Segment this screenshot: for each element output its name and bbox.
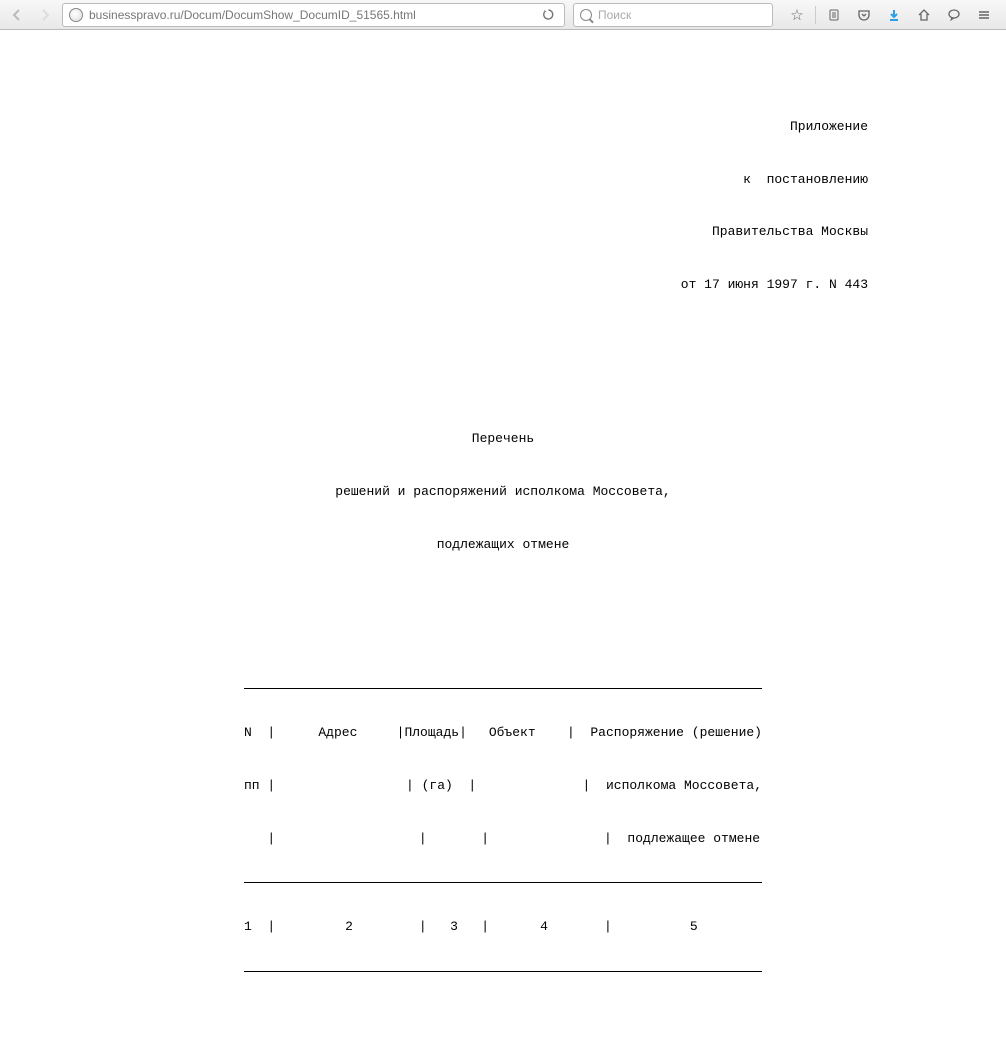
- pocket-icon[interactable]: [850, 3, 878, 27]
- title-line: решений и распоряжений исполкома Моссове…: [0, 483, 1006, 501]
- search-placeholder: Поиск: [598, 8, 631, 22]
- search-icon: [580, 9, 592, 21]
- col-header: | (га) |: [406, 778, 476, 793]
- col-header: |Площадь|: [397, 725, 467, 740]
- browser-toolbar: businesspravo.ru/Docum/DocumShow_DocumID…: [0, 0, 1006, 30]
- download-icon[interactable]: [880, 3, 908, 27]
- col-header: Распоряжение (решение): [590, 725, 762, 740]
- title-line: подлежащих отмене: [0, 536, 1006, 554]
- col-header: Объект: [489, 725, 536, 740]
- col-header: Адрес: [318, 725, 357, 740]
- url-bar[interactable]: businesspravo.ru/Docum/DocumShow_DocumID…: [62, 3, 565, 27]
- globe-icon: [69, 8, 83, 22]
- col-num: 4: [540, 919, 548, 934]
- col-header: подлежащее отмене: [627, 831, 760, 846]
- url-text: businesspravo.ru/Docum/DocumShow_DocumID…: [89, 8, 538, 22]
- toolbar-icons: ☆: [779, 3, 1002, 27]
- header-line: к постановлению: [0, 171, 868, 189]
- table-header: N | Адрес |Площадь| Объект | Распоряжени…: [244, 653, 762, 1007]
- header-line: от 17 июня 1997 г. N 443: [0, 276, 868, 294]
- doc-header: Приложение к постановлению Правительства…: [0, 83, 1006, 329]
- header-line: Правительства Москвы: [0, 223, 868, 241]
- rule: [244, 971, 762, 972]
- col-num: 2: [345, 919, 353, 934]
- menu-icon[interactable]: [970, 3, 998, 27]
- title-line: Перечень: [0, 430, 1006, 448]
- home-icon[interactable]: [910, 3, 938, 27]
- rule: [244, 688, 762, 689]
- doc-title: Перечень решений и распоряжений исполком…: [0, 395, 1006, 588]
- forward-button[interactable]: [32, 3, 58, 27]
- search-bar[interactable]: Поиск: [573, 3, 773, 27]
- clipboard-icon[interactable]: [820, 3, 848, 27]
- back-button[interactable]: [4, 3, 30, 27]
- col-num: 1: [244, 919, 252, 934]
- chat-icon[interactable]: [940, 3, 968, 27]
- col-header: | |: [419, 831, 489, 846]
- col-header: исполкома Моссовета,: [606, 778, 762, 793]
- rule: [244, 882, 762, 883]
- arrow-left-icon: [10, 8, 24, 22]
- col-header: N: [244, 725, 252, 740]
- arrow-right-icon: [38, 8, 52, 22]
- reload-button[interactable]: [538, 5, 558, 25]
- separator: [815, 6, 816, 24]
- col-num: 5: [690, 919, 698, 934]
- header-line: Приложение: [0, 118, 868, 136]
- document-content: Приложение к постановлению Правительства…: [0, 30, 1006, 1052]
- col-num: 3: [450, 919, 458, 934]
- star-icon[interactable]: ☆: [783, 3, 811, 27]
- col-header: пп: [244, 778, 260, 793]
- reload-icon: [542, 8, 555, 21]
